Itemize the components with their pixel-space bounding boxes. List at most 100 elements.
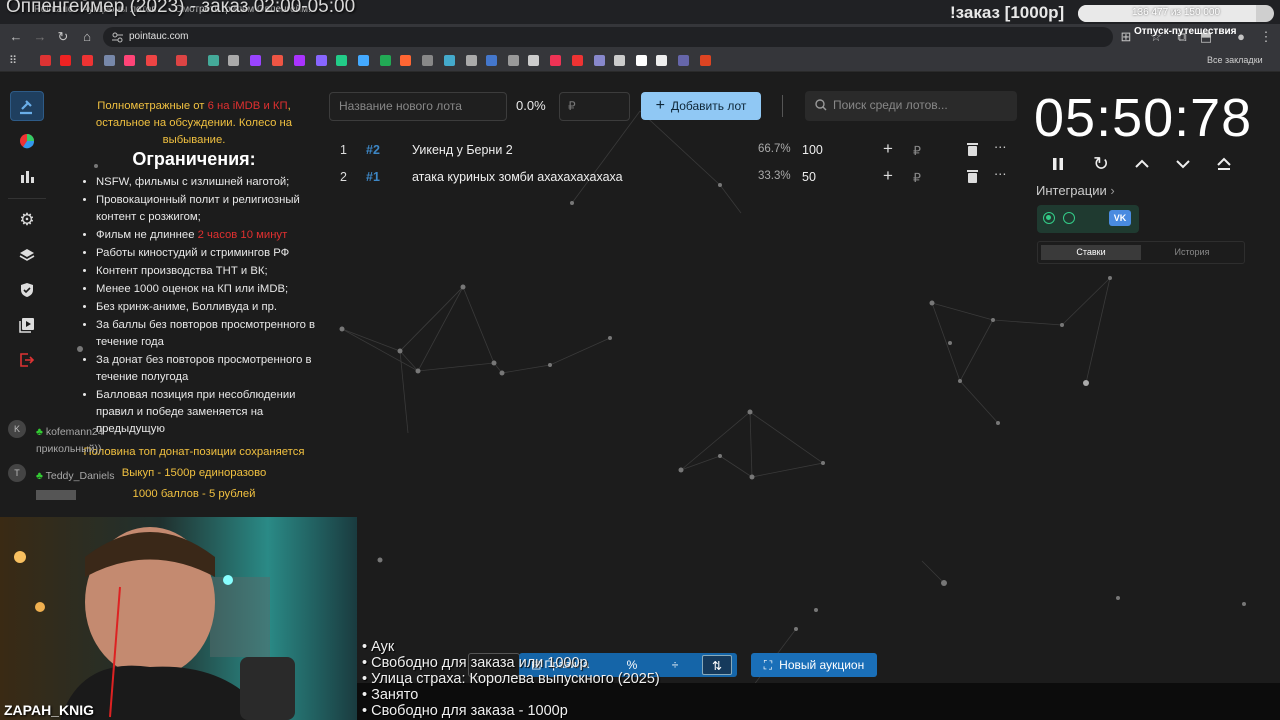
reset-button[interactable]: ↻ (1090, 153, 1112, 175)
bookmark-icon[interactable] (444, 55, 455, 66)
delete-icon[interactable] (966, 142, 979, 159)
nav-shield-button[interactable] (10, 275, 44, 305)
add-amount-icon[interactable]: + (883, 139, 893, 159)
bookmark-icon[interactable] (678, 55, 689, 66)
bookmark-icon[interactable] (614, 55, 625, 66)
rules-intro-text: Полнометражные от (97, 100, 208, 112)
add-lot-button[interactable]: + Добавить лот (641, 92, 761, 120)
nav-auction-button[interactable] (10, 91, 44, 121)
lot-amount[interactable]: 100 (802, 143, 823, 157)
apps-grid-icon[interactable]: ⠿ (5, 53, 21, 69)
nav-layers-button[interactable] (10, 240, 44, 270)
bookmark-icon[interactable] (208, 55, 219, 66)
lot-amount[interactable]: 50 (802, 170, 816, 184)
chat-emote (36, 490, 76, 500)
lot-index: 2 (340, 170, 347, 184)
bookmark-icon[interactable] (316, 55, 327, 66)
time-up-button[interactable] (1131, 153, 1153, 175)
bookmark-icon[interactable] (572, 55, 583, 66)
site-info-icon[interactable] (112, 32, 123, 43)
bookmark-icon[interactable] (656, 55, 667, 66)
sort-icon[interactable]: ⇅ (702, 655, 732, 675)
bookmark-icon[interactable] (466, 55, 477, 66)
bookmark-icon[interactable] (400, 55, 411, 66)
bookmark-icon[interactable] (104, 55, 115, 66)
home-icon[interactable]: ⌂ (79, 29, 95, 45)
more-options-icon[interactable]: ⋯ (994, 166, 1007, 181)
chevron-down-icon (1176, 160, 1190, 169)
pause-button[interactable] (1047, 153, 1069, 175)
more-options-icon[interactable]: ⋯ (994, 139, 1007, 154)
time-down-button[interactable] (1172, 153, 1194, 175)
forward-icon[interactable]: → (32, 29, 48, 45)
bookmark-icon[interactable] (422, 55, 433, 66)
url-field[interactable]: pointauc.com (103, 27, 1113, 47)
delete-icon[interactable] (966, 169, 979, 186)
lot-name[interactable]: атака куриных зомби ахахахахахаха (412, 170, 623, 184)
order-badge: !заказ [1000р] (950, 3, 1065, 22)
lot-name-input[interactable]: Название нового лота (329, 92, 507, 121)
mail-icon[interactable] (124, 55, 135, 66)
bookmark-icon[interactable] (272, 55, 283, 66)
new-auction-button[interactable]: ⛶ Новый аукцион (751, 653, 877, 677)
split-icon[interactable]: ÷ (660, 655, 690, 675)
lot-amount-input[interactable]: ₽ (559, 92, 630, 121)
bar-chart-icon (21, 171, 34, 183)
menu-dots-icon[interactable]: ⋮ (1258, 29, 1274, 45)
reload-icon[interactable]: ↻ (55, 29, 71, 45)
search-placeholder: Поиск среди лотов... (833, 98, 948, 112)
lot-currency: ₽ (913, 171, 921, 185)
bookmark-icon[interactable] (380, 55, 391, 66)
url-text: pointauc.com (129, 31, 189, 42)
bookmark-icon[interactable] (528, 55, 539, 66)
nav-logout-button[interactable] (10, 345, 44, 375)
gmail-icon[interactable] (146, 55, 157, 66)
add-lot-label: Добавить лот (670, 99, 747, 113)
bookmark-icon[interactable] (594, 55, 605, 66)
integrations-toggle[interactable]: Интеграции › (1036, 183, 1115, 198)
lot-row[interactable]: 2 #1 атака куриных зомби ахахахахахаха 3… (330, 165, 1010, 191)
profile-avatar[interactable]: ● (1233, 29, 1249, 45)
bookmark-icon[interactable] (700, 55, 711, 66)
bets-history-tabs: Ставки История (1037, 241, 1245, 264)
vk-icon[interactable]: VK (1109, 210, 1131, 226)
all-bookmarks[interactable]: Все закладки (1207, 55, 1263, 65)
bookmark-icon[interactable] (636, 55, 647, 66)
lot-row[interactable]: 1 #2 Уикенд у Берни 2 66.7% 100 + ₽ ⋯ (330, 138, 1010, 164)
tab-bets[interactable]: Ставки (1041, 245, 1141, 260)
lot-name[interactable]: Уикенд у Берни 2 (412, 143, 513, 157)
nav-video-button[interactable] (10, 310, 44, 340)
bookmark-icon[interactable] (508, 55, 519, 66)
rule-item: Контент производства ТНТ и ВК; (96, 263, 318, 280)
add-amount-icon[interactable]: + (883, 166, 893, 186)
bookmark-icon[interactable] (82, 55, 93, 66)
rules-intro: Полнометражные от 6 на iMDB и КП, осталь… (70, 98, 318, 149)
tab-history[interactable]: История (1142, 245, 1242, 260)
nav-stats-button[interactable] (10, 161, 44, 191)
nav-wheel-button[interactable] (10, 126, 44, 156)
lot-percent: 33.3% (758, 170, 791, 182)
vk-bookmark-icon[interactable] (486, 55, 497, 66)
bookmark-icon[interactable] (228, 55, 239, 66)
integration-status-icon[interactable] (1063, 212, 1075, 224)
integration-status-icon[interactable] (1043, 212, 1055, 224)
nav-settings-button[interactable]: ⚙ (10, 205, 44, 235)
lot-id: #1 (366, 170, 380, 184)
back-icon[interactable]: ← (8, 29, 24, 45)
twitch-icon[interactable] (250, 55, 261, 66)
translate-icon[interactable]: ⊞ (1118, 29, 1134, 45)
eject-button[interactable] (1213, 153, 1235, 175)
rule-item: Балловая позиция при несоблюдении правил… (96, 387, 318, 438)
bookmark-icon[interactable] (550, 55, 561, 66)
logout-icon (20, 353, 35, 367)
lot-search-input[interactable]: Поиск среди лотов... (805, 91, 1017, 121)
plus-icon: + (655, 97, 665, 114)
bookmark-icon[interactable] (40, 55, 51, 66)
toolbar-divider (782, 95, 783, 117)
bookmark-icon[interactable] (294, 55, 305, 66)
youtube-icon[interactable] (60, 55, 71, 66)
bookmark-icon[interactable] (358, 55, 369, 66)
bookmark-icon[interactable] (336, 55, 347, 66)
gmail-icon[interactable] (176, 55, 187, 66)
search-icon (815, 99, 827, 111)
